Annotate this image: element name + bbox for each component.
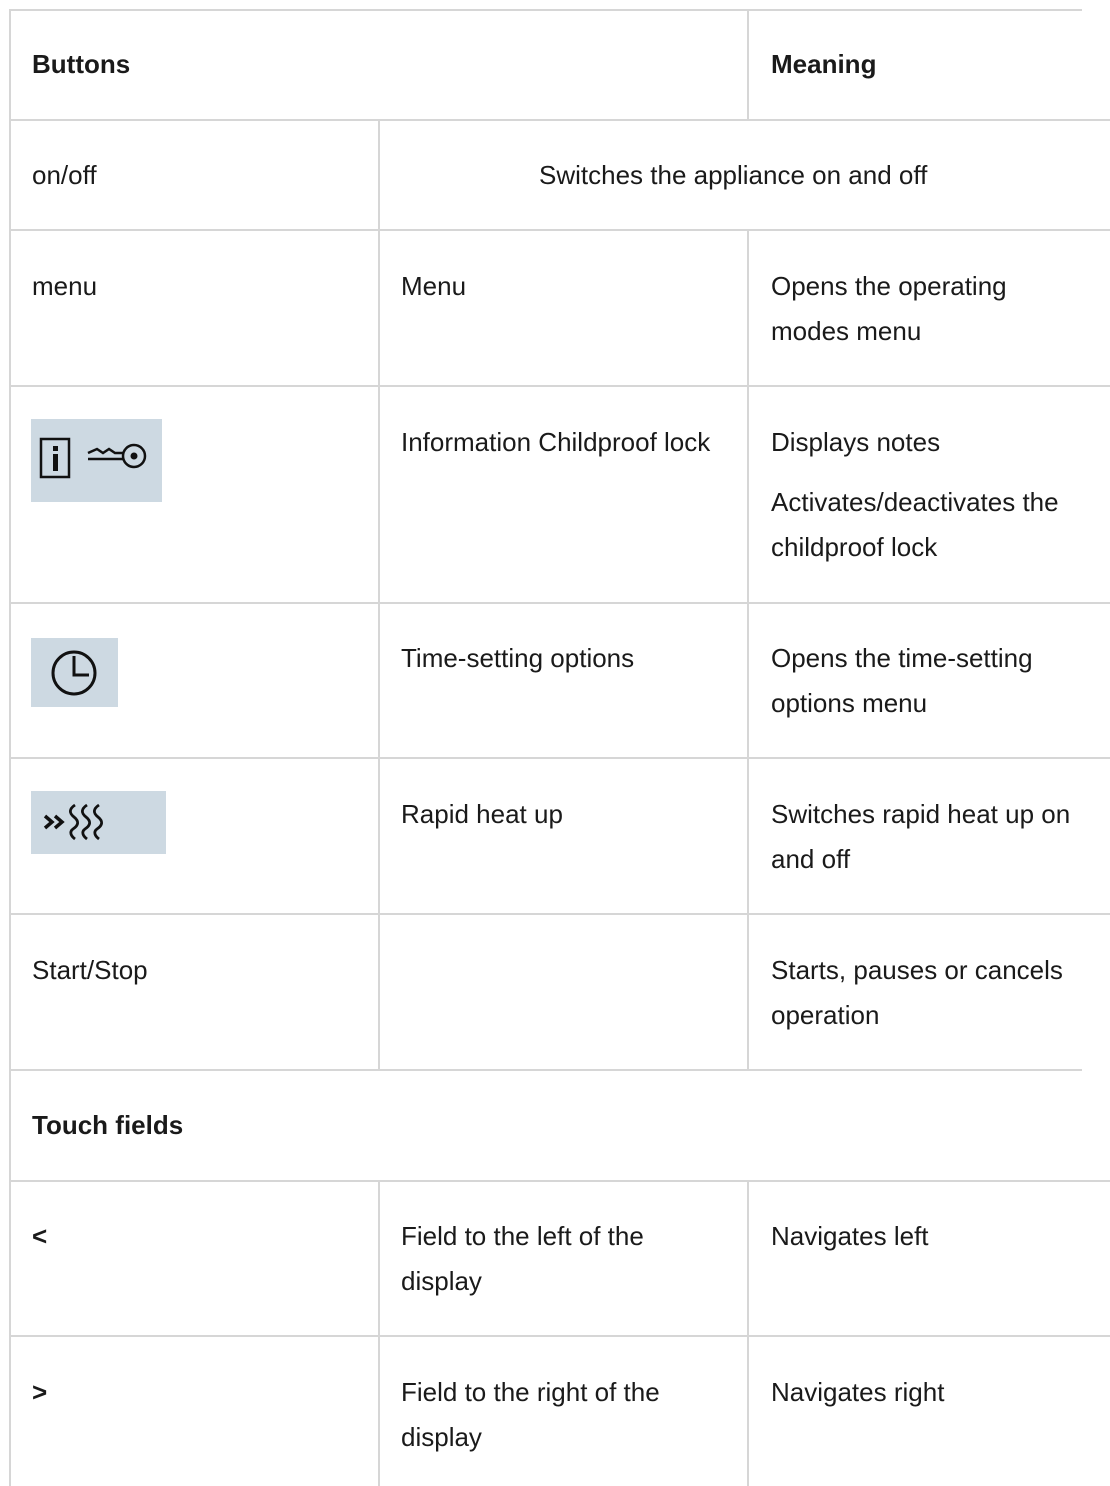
row-divider bbox=[10, 119, 1110, 121]
meaning-time-setting: Opens the time-setting options menu bbox=[771, 643, 1033, 718]
column-divider-1 bbox=[378, 119, 380, 1070]
touch-field-left: < bbox=[32, 1221, 48, 1251]
header-buttons: Buttons bbox=[32, 49, 131, 79]
table-border-left bbox=[9, 9, 11, 1486]
meaning-childproof-lock: Activates/deactivates the childproof loc… bbox=[771, 487, 1059, 562]
row-divider bbox=[10, 1069, 1082, 1071]
row-divider bbox=[10, 1180, 1110, 1182]
meaning-menu: Opens the operating modes menu bbox=[771, 271, 1007, 346]
label-time-setting: Time-setting options bbox=[401, 643, 635, 673]
label-field-right: Field to the right of the display bbox=[401, 1377, 660, 1452]
label-rapid-heat-up: Rapid heat up bbox=[401, 799, 563, 829]
button-menu: menu bbox=[32, 271, 98, 301]
column-divider-2 bbox=[747, 229, 749, 1070]
meaning-on-off: Switches the appliance on and off bbox=[539, 160, 928, 190]
row-divider bbox=[10, 229, 1110, 231]
section-touch-fields: Touch fields bbox=[32, 1110, 184, 1140]
row-divider bbox=[10, 913, 1110, 915]
row-divider bbox=[10, 1335, 1110, 1337]
touch-field-right: > bbox=[32, 1377, 48, 1407]
meaning-start-stop: Starts, pauses or cancels operation bbox=[771, 955, 1063, 1030]
button-on-off: on/off bbox=[32, 160, 97, 190]
meaning-navigates-left: Navigates left bbox=[771, 1221, 929, 1251]
rapid-heat-up-icon bbox=[31, 791, 166, 854]
row-divider bbox=[10, 757, 1110, 759]
header-meaning: Meaning bbox=[771, 49, 877, 79]
label-menu: Menu bbox=[401, 271, 467, 301]
label-info-childproof: Information Childproof lock bbox=[401, 427, 711, 457]
table-border-top bbox=[10, 9, 1082, 11]
meaning-navigates-right: Navigates right bbox=[771, 1377, 945, 1407]
button-start-stop: Start/Stop bbox=[32, 955, 148, 985]
label-field-left: Field to the left of the display bbox=[401, 1221, 644, 1296]
meaning-rapid-heat-up: Switches rapid heat up on and off bbox=[771, 799, 1071, 874]
column-divider-2 bbox=[747, 1180, 749, 1486]
row-divider bbox=[10, 385, 1110, 387]
clock-icon bbox=[31, 638, 118, 707]
info-childproof-lock-icon bbox=[31, 419, 162, 502]
meaning-display-notes: Displays notes bbox=[771, 427, 941, 457]
controls-table: Buttons Meaning on/off Switches the appl… bbox=[0, 0, 1110, 1486]
row-divider bbox=[10, 602, 1110, 604]
column-divider-1 bbox=[378, 1180, 380, 1486]
header-column-divider bbox=[747, 9, 749, 120]
